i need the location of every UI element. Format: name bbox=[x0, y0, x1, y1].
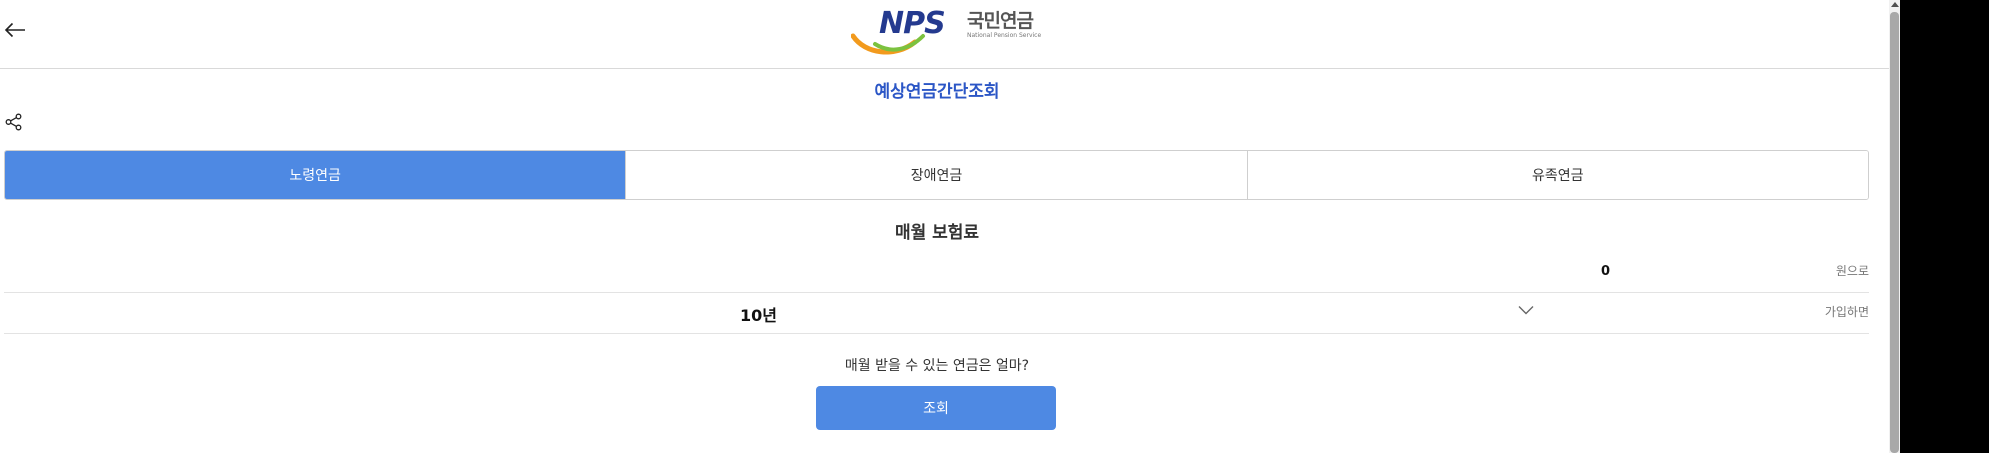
share-button[interactable] bbox=[5, 113, 25, 135]
tab-old-age-pension[interactable]: 노령연금 bbox=[5, 151, 627, 199]
header: NPS 국민연금 National Pension Service bbox=[0, 0, 1889, 69]
period-unit-label: 가입하면 bbox=[1824, 305, 1869, 319]
period-value: 10년 bbox=[740, 306, 777, 325]
inquiry-button[interactable]: 조회 bbox=[816, 386, 1056, 430]
page-title: 예상연금간단조회 bbox=[874, 82, 1000, 102]
arrow-left-icon bbox=[4, 22, 25, 38]
page: NPS 국민연금 National Pension Service 예상연금간단… bbox=[0, 0, 1989, 453]
chevron-down-icon bbox=[1518, 306, 1534, 315]
tab-disability-pension[interactable]: 장애연금 bbox=[626, 151, 1248, 199]
logo-korean: 국민연금 bbox=[967, 10, 1034, 32]
pension-type-tabs: 노령연금 장애연금 유족연금 bbox=[4, 150, 1869, 200]
monthly-premium-input[interactable] bbox=[4, 260, 1610, 282]
scroll-thumb[interactable] bbox=[1890, 12, 1899, 453]
tab-survivor-pension[interactable]: 유족연금 bbox=[1247, 151, 1868, 199]
amount-unit-label: 원으로 bbox=[1835, 264, 1869, 278]
logo-text: 국민연금 National Pension Service bbox=[967, 10, 1041, 40]
section-title: 매월 보험료 bbox=[894, 223, 980, 243]
logo-letters: NPS bbox=[879, 6, 946, 41]
vertical-scrollbar[interactable] bbox=[1889, 0, 1900, 453]
nps-logo-mark: NPS bbox=[851, 6, 963, 55]
period-row: 10년 가입하면 bbox=[4, 293, 1869, 334]
nps-logo[interactable]: NPS 국민연금 National Pension Service bbox=[851, 6, 1041, 55]
period-select[interactable]: 10년 bbox=[4, 293, 1544, 333]
scroll-up-arrow-icon[interactable] bbox=[1891, 2, 1899, 7]
amount-row: 원으로 bbox=[4, 252, 1869, 293]
offscreen-area bbox=[1900, 0, 1989, 453]
share-icon bbox=[5, 113, 22, 131]
logo-english: National Pension Service bbox=[967, 32, 1042, 39]
question-text: 매월 받을 수 있는 연금은 얼마? bbox=[844, 358, 1030, 374]
back-button[interactable] bbox=[0, 12, 30, 48]
